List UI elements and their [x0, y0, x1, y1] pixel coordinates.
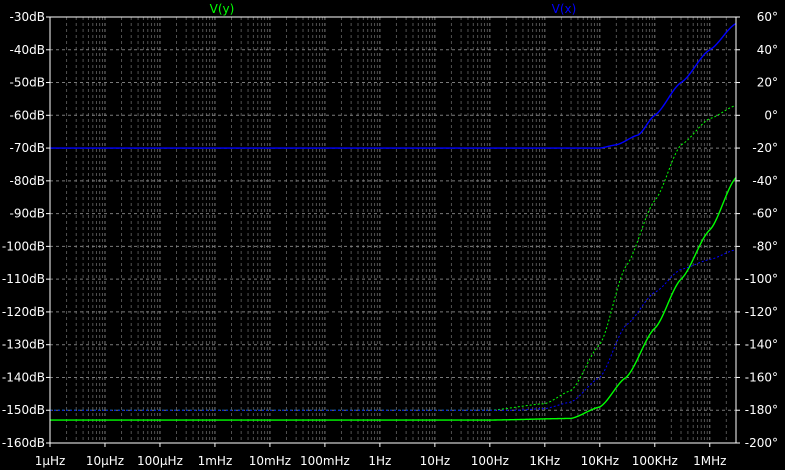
- y-left-tick-label: -140dB: [2, 370, 45, 384]
- y-right-tick-label: 20°: [757, 76, 778, 90]
- y-left-tick-label: -30dB: [10, 10, 45, 24]
- y-left-tick-label: -70dB: [10, 141, 45, 155]
- x-tick-label: 10µHz: [86, 454, 124, 468]
- y-right-tick-label: 60°: [757, 10, 778, 24]
- x-tick-label: 100µHz: [137, 454, 183, 468]
- y-left-tick-label: -60dB: [10, 108, 45, 122]
- y-right-tick-label: -200°: [745, 436, 778, 450]
- y-right-tick-label: -20°: [752, 141, 778, 155]
- bode-plot: -30dB -40dB -50dB -60dB -70dB -80dB -90dB -100d…: [0, 0, 785, 470]
- y-right-tick-label: -140°: [745, 338, 778, 352]
- x-tick-label: 1Hz: [368, 454, 391, 468]
- x-tick-label: 1mHz: [198, 454, 233, 468]
- y-left-tick-label: -50dB: [10, 76, 45, 90]
- x-tick-label: 100mHz: [300, 454, 350, 468]
- x-tick-label: 100KHz: [632, 454, 678, 468]
- legend-label: V(x): [552, 2, 577, 16]
- y-left-tick-label: -150dB: [2, 403, 45, 417]
- x-tick-label: 10KHz: [581, 454, 619, 468]
- y-left-tick-label: -110dB: [2, 272, 45, 286]
- y-right-tick-label: -80°: [752, 239, 778, 253]
- y-left-tick-label: -120dB: [2, 305, 45, 319]
- y-left-tick-label: -90dB: [10, 207, 45, 221]
- x-tick-label: 10Hz: [420, 454, 451, 468]
- y-right-tick-label: -40°: [752, 174, 778, 188]
- y-right-tick-label: -160°: [745, 370, 778, 384]
- x-tick-label: 1KHz: [529, 454, 560, 468]
- y-left-tick-label: -130dB: [2, 338, 45, 352]
- y-left-tick-label: -80dB: [10, 174, 45, 188]
- y-right-tick-label: -100°: [745, 272, 778, 286]
- y-right-tick-label: 0°: [764, 108, 778, 122]
- y-left-tick-label: -160dB: [2, 436, 45, 450]
- y-right-tick-label: -180°: [745, 403, 778, 417]
- x-tick-label: 10mHz: [249, 454, 291, 468]
- y-right-tick-label: -60°: [752, 207, 778, 221]
- y-left-tick-label: -100dB: [2, 239, 45, 253]
- x-tick-label: 1µHz: [35, 454, 66, 468]
- x-tick-label: 100Hz: [471, 454, 509, 468]
- y-right-tick-label: 40°: [757, 43, 778, 57]
- legend-label: V(y): [210, 2, 235, 16]
- x-tick-label: 1MHz: [693, 454, 726, 468]
- plot-background: [0, 0, 785, 470]
- y-left-tick-label: -40dB: [10, 43, 45, 57]
- y-right-tick-label: -120°: [745, 305, 778, 319]
